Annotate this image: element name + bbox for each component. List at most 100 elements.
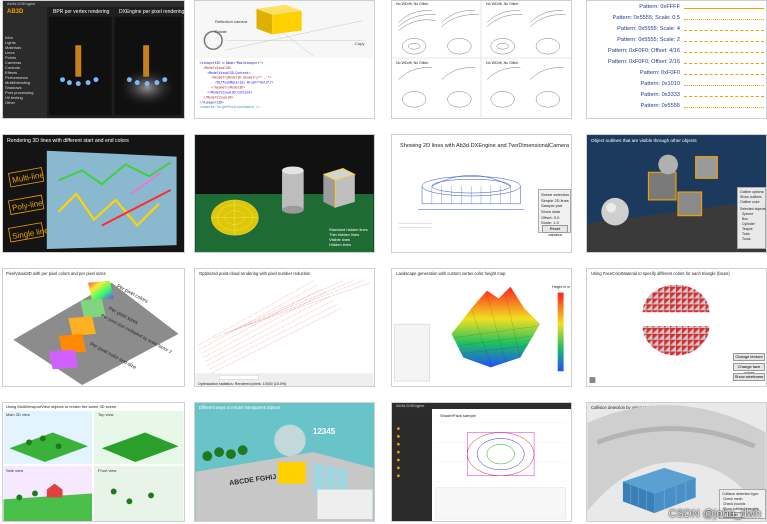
pattern-label: Pattern: 0xF0F0 <box>639 70 680 76</box>
tile-hidden-lines[interactable]: Special 3D lines rendering: showing thin… <box>194 134 375 253</box>
pattern-label: Pattern: 0xF0F0; Offset: 2/16 <box>607 59 680 65</box>
scene-panel: Scene selection Simple 2D lines Sample p… <box>538 189 571 237</box>
svg-text:</GeometryModel3D>: </GeometryModel3D> <box>211 86 245 90</box>
caption: No WDrift, No Glitch <box>486 61 519 65</box>
object-checkbox[interactable]: Sphere <box>742 212 753 216</box>
pattern-line <box>684 63 764 64</box>
pattern-line <box>684 41 764 42</box>
shader-scene <box>397 422 566 520</box>
tile-point-cloud[interactable]: Optimized point-cloud rendering with pix… <box>194 268 375 387</box>
pattern-row: Pattern: 0x5555; Scale: 2 <box>587 37 766 46</box>
tile-wireframe-grid[interactable]: No WDrift, No Glitch No WDrift, No Glitc… <box>391 0 572 119</box>
pattern-label: Pattern: 0x1010 <box>640 81 681 87</box>
multi-viewport-scene <box>3 410 184 521</box>
outline-options-panel: Outline options: Show outlines Outline c… <box>737 187 766 249</box>
show-wireframe-button[interactable]: Show wireframe <box>733 373 765 381</box>
pattern-label: Pattern: 0x3333 <box>640 92 681 98</box>
svg-text:</ModelVisual3D.Content>: </ModelVisual3D.Content> <box>207 90 252 94</box>
pattern-row: Pattern: 0x3333 <box>587 92 766 101</box>
svg-text:</ModelVisual3D>: </ModelVisual3D> <box>203 95 233 99</box>
copy-label[interactable]: Copy <box>355 41 364 46</box>
outline-color[interactable]: Outline color <box>740 200 760 204</box>
options-panel: Standard hidden lines Thin hidden lines … <box>329 227 368 247</box>
panel-heading: Scene selection <box>541 192 570 197</box>
pattern-label: Pattern: 0x5555; Scale: 0.5 <box>612 15 680 21</box>
object-checkbox[interactable]: Tube <box>742 232 750 236</box>
change-face-colors-button[interactable]: Change face colors <box>733 363 765 375</box>
svg-text:<ModelVisual3D>: <ModelVisual3D> <box>203 66 231 70</box>
pattern-label: Pattern: 0xFFFF <box>639 4 680 10</box>
pattern-row: Pattern: 0xFFFF <box>587 4 766 13</box>
pattern-row: Pattern: 0x1010 <box>587 81 766 90</box>
pattern-line <box>684 74 764 75</box>
tile-colored-lines[interactable]: Rendering 3D lines with different start … <box>2 134 185 253</box>
object-checkbox[interactable]: Cylinder <box>742 222 755 226</box>
pattern-label: Pattern: 0x5555 <box>640 103 681 109</box>
pattern-row: Pattern: 0xF0F0; Offset: 2/16 <box>587 59 766 68</box>
wireframe-thumbnails <box>392 1 571 118</box>
pattern-label: Pattern: 0xF0F0; Offset: 4/16 <box>607 48 680 54</box>
object-checkbox[interactable]: Teapot <box>742 227 753 231</box>
view-label: Main 3D view <box>6 412 31 417</box>
tile-face-colors[interactable]: Using FaceColorMaterial to specify diffe… <box>586 268 767 387</box>
tile-line-patterns[interactable]: Pattern: 0xFFFF Pattern: 0x5555; Scale: … <box>586 0 767 119</box>
point-cloud-scene <box>195 280 374 386</box>
caption: No WDrift, No Glitch <box>396 2 429 6</box>
tile-pixel-visual[interactable]: PixelVisual3D with per pixel colors and … <box>2 268 185 387</box>
watermark: CSDN @john_dwh <box>668 508 762 520</box>
pattern-line <box>684 52 764 53</box>
caption: No WDrift, No Glitch <box>396 61 429 65</box>
caption: No WDrift, No Glitch <box>486 2 519 6</box>
pattern-row: Pattern: 0x5555; Scale: 0.5 <box>587 15 766 24</box>
view-label: Side view <box>6 468 24 473</box>
view-label: Top view <box>98 412 114 417</box>
show-outlines-checkbox[interactable]: Show outlines <box>740 195 762 199</box>
option[interactable]: Hidden lines <box>329 242 368 247</box>
radio-option[interactable]: Sample plot <box>541 203 562 208</box>
tile-multi-viewport[interactable]: Using MultiViewportView objects to rende… <box>2 402 185 522</box>
pattern-row: Pattern: 0x5555; Scale: 4 <box>587 26 766 35</box>
rotate-label: Rotate <box>215 29 227 34</box>
svg-text:<Viewport3D x:Name="MainViewpo: <Viewport3D x:Name="MainViewport"> <box>199 61 263 65</box>
tile-shader-pack[interactable]: Ab3d.DXEngine ShaderPack sample <box>391 402 572 522</box>
view-label: Front view <box>98 468 117 473</box>
landscape-scene <box>394 286 564 382</box>
tile-object-outlines[interactable]: Object outlines that are visible through… <box>586 134 767 253</box>
change-texture-button[interactable]: Change texture <box>733 353 765 361</box>
svg-text:<DiffuseMaterial Brush="Gold"/: <DiffuseMaterial Brush="Gold"/> <box>215 81 273 85</box>
object-checkbox[interactable]: Box <box>742 217 748 221</box>
status-text: Optimization statistics: Rendered pixels… <box>198 382 287 386</box>
screenshot-gallery: Ab3d.DXEngine AB3D Intro Lights Material… <box>0 0 767 524</box>
svg-text:<ModelVisual3D.Content>: <ModelVisual3D.Content> <box>207 71 250 75</box>
object-checkbox[interactable]: Torus <box>742 237 751 241</box>
lighting-scene <box>48 16 182 116</box>
pattern-row: Pattern: 0xF0F0 <box>587 70 766 79</box>
options-heading: Outline options: <box>740 190 765 194</box>
pattern-line <box>684 8 764 9</box>
transparency-scene <box>195 424 374 521</box>
tile-per-pixel-rendering[interactable]: Ab3d.DXEngine AB3D Intro Lights Material… <box>2 0 185 119</box>
tile-transparency[interactable]: Different ways to render transparent obj… <box>194 402 375 522</box>
pattern-line <box>684 85 764 86</box>
radio-option[interactable]: Check mesh <box>723 497 742 501</box>
tile-reflection-editor[interactable]: <Viewport3D x:Name="MainViewport"> <Mode… <box>194 0 375 119</box>
panel-heading: Collision detection type: <box>722 492 759 496</box>
selected-heading: Selected objects: <box>740 207 767 211</box>
reflection-label: Reflection camera <box>215 19 248 24</box>
pattern-line <box>684 96 764 97</box>
tile-2d-lines[interactable]: Showing 2D lines with Ab3d.DXEngine and … <box>391 134 572 253</box>
numbers-text: 12345 <box>313 427 336 436</box>
pattern-label: Pattern: 0x5555; Scale: 4 <box>617 26 680 32</box>
radio-option[interactable]: Check bounds <box>723 502 745 506</box>
pattern-line <box>684 30 764 31</box>
svg-text:</Viewport3D>: </Viewport3D> <box>199 100 224 104</box>
pattern-label: Pattern: 0x5555; Scale: 2 <box>617 37 680 43</box>
svg-text:<cameras:TargetPositionCamera: <cameras:TargetPositionCamera /> <box>199 105 259 109</box>
pattern-line <box>684 107 764 108</box>
pattern-row: Pattern: 0xF0F0; Offset: 4/16 <box>587 48 766 57</box>
reset-camera-button[interactable]: Reset camera <box>542 225 568 237</box>
pattern-row: Pattern: 0x5555 <box>587 103 766 112</box>
tile-collision[interactable]: Collision detection by using MeshCollide… <box>586 402 767 522</box>
tile-landscape[interactable]: Landscape generation with custom vertex … <box>391 268 572 387</box>
checkbox[interactable]: Show data <box>541 209 560 214</box>
